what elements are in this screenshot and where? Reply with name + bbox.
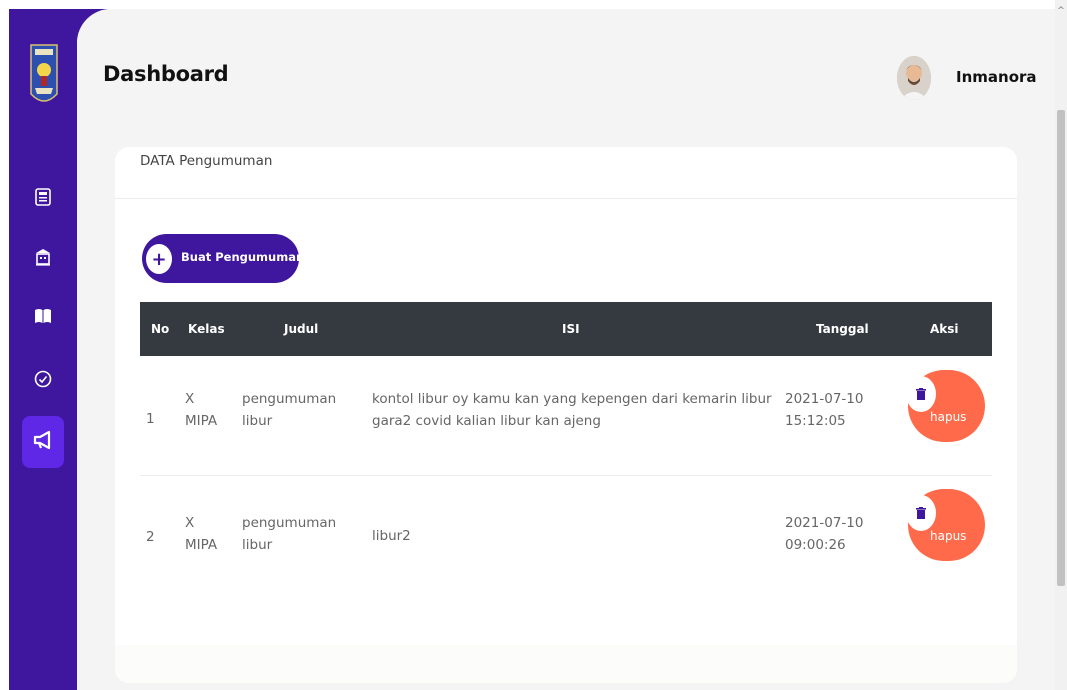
delete-button[interactable]: hapus [906,489,985,561]
row-judul-line2: libur [242,413,273,429]
id-card-icon [35,188,51,210]
trash-icon [906,495,936,531]
row-tanggal-time: 15:12:05 [785,413,846,429]
scroll-up-arrow-icon[interactable]: ^ [1055,6,1067,18]
school-logo [29,42,59,112]
sidebar-item-check[interactable] [31,369,55,393]
book-icon [34,308,52,328]
card-divider [115,198,1017,199]
sidebar-item-pengumuman[interactable] [22,416,64,468]
page-scrollbar[interactable]: ^ [1055,0,1067,690]
megaphone-icon [33,430,53,454]
row-tanggal: 2021-07-10 15:12:05 [785,388,863,432]
column-header-isi: ISI [562,322,580,336]
plus-icon: + [146,244,172,274]
delete-label: hapus [930,529,967,543]
create-announcement-label: Buat Pengumuman [181,250,305,264]
table-row: 2 X MIPA pengumuman libur libur2 2021-07… [140,476,992,596]
column-header-aksi: Aksi [930,322,959,336]
username[interactable]: Inmanora [956,68,1037,86]
row-kelas-line1: X [185,391,195,407]
row-judul-line2: libur [242,537,273,553]
table-header: No Kelas Judul ISI Tanggal Aksi [140,302,992,356]
row-judul: pengumuman libur [242,512,336,556]
row-isi-line1: libur2 [372,528,411,544]
card-footer [115,645,1017,683]
row-tanggal-date: 2021-07-10 [785,515,864,531]
avatar[interactable] [897,56,931,100]
scroll-thumb[interactable] [1057,110,1065,586]
card-title: DATA Pengumuman [140,153,273,169]
create-announcement-button[interactable]: + Buat Pengumuman [142,234,304,283]
sidebar-item-book[interactable] [31,306,55,330]
row-kelas-line1: X [185,515,195,531]
row-judul: pengumuman libur [242,388,336,432]
row-isi-line1: kontol libur oy kamu kan yang kepengen d… [372,391,772,407]
table-row: 1 X MIPA pengumuman libur kontol libur o… [140,356,992,476]
check-circle-icon [34,370,52,392]
row-number: 2 [146,529,155,545]
row-judul-line1: pengumuman [242,391,337,407]
row-judul-line1: pengumuman [242,515,337,531]
row-tanggal-date: 2021-07-10 [785,391,864,407]
delete-label: hapus [930,410,967,424]
row-kelas-line2: MIPA [185,413,218,429]
delete-button[interactable]: hapus [906,370,985,442]
building-icon [35,248,51,270]
trash-icon [906,376,936,412]
row-isi: kontol libur oy kamu kan yang kepengen d… [372,388,772,432]
row-kelas: X MIPA [185,512,217,556]
sidebar-item-building[interactable] [31,247,55,271]
row-tanggal: 2021-07-10 09:00:26 [785,512,863,556]
column-header-kelas: Kelas [188,322,225,336]
column-header-tanggal: Tanggal [816,322,869,336]
row-kelas-line2: MIPA [185,537,218,553]
sidebar-item-data[interactable] [31,187,55,211]
page-title: Dashboard [103,62,229,86]
row-kelas: X MIPA [185,388,217,432]
row-isi: libur2 [372,525,772,547]
column-header-no: No [151,322,170,336]
row-tanggal-time: 09:00:26 [785,537,846,553]
sidebar [9,9,77,690]
pengumuman-card: DATA Pengumuman + Buat Pengumuman No Kel… [115,147,1017,683]
row-isi-line2: gara2 covid kalian libur kan ajeng [372,413,601,429]
row-number: 1 [146,411,155,427]
column-header-judul: Judul [284,322,319,336]
